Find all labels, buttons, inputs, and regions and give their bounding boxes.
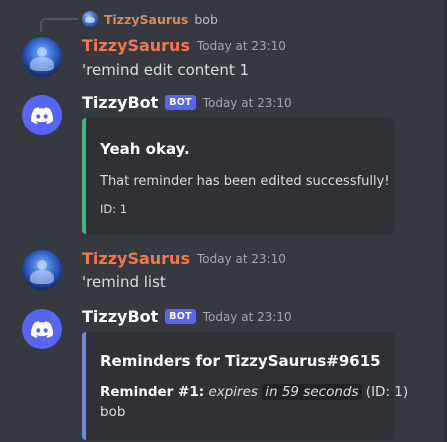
embed-description: That reminder has been edited successful… <box>100 174 390 189</box>
reply-text[interactable]: bob <box>194 12 218 27</box>
bot-avatar[interactable] <box>22 309 62 349</box>
bot-tag: BOT <box>165 309 196 324</box>
reminder-line: Reminder #1: expires in 59 seconds (ID: … <box>100 384 408 400</box>
reply-connector <box>40 18 78 32</box>
reminder-label: Reminder #1: <box>100 384 205 400</box>
user-avatar-icon[interactable] <box>22 250 62 290</box>
message-header: TizzyBot BOT Today at 23:10 <box>82 307 292 326</box>
expires-word: expires <box>208 384 258 400</box>
bot-tag: BOT <box>165 95 196 110</box>
timestamp[interactable]: Today at 23:10 <box>197 252 286 266</box>
user-avatar-icon[interactable] <box>22 37 62 77</box>
discord-logo-icon <box>31 320 53 338</box>
author-name[interactable]: TizzySaurus <box>82 36 190 55</box>
message-content: 'remind edit content 1 <box>82 61 250 79</box>
reminder-body: bob <box>100 404 126 420</box>
reply-avatar-icon <box>82 11 98 27</box>
author-name[interactable]: TizzyBot <box>82 307 158 326</box>
embed-footer: ID: 1 <box>100 202 128 216</box>
reply-author[interactable]: TizzySaurus <box>104 12 188 27</box>
embed: Yeah okay. That reminder has been edited… <box>82 118 394 234</box>
discord-logo-icon <box>31 106 53 124</box>
timestamp[interactable]: Today at 23:10 <box>197 39 286 53</box>
embed: Reminders for TizzySaurus#9615 Reminder … <box>82 332 408 440</box>
timestamp[interactable]: Today at 23:10 <box>203 96 292 110</box>
message-header: TizzyBot BOT Today at 23:10 <box>82 93 292 112</box>
reminder-id: (ID: 1) <box>365 384 409 400</box>
expires-value: in 59 seconds <box>262 384 362 400</box>
embed-title: Yeah okay. <box>100 140 190 158</box>
author-name[interactable]: TizzySaurus <box>82 249 190 268</box>
message-content: 'remind list <box>82 273 166 291</box>
timestamp[interactable]: Today at 23:10 <box>203 310 292 324</box>
author-name[interactable]: TizzyBot <box>82 93 158 112</box>
reply-preview[interactable]: TizzySaurus bob <box>82 9 218 29</box>
embed-title: Reminders for TizzySaurus#9615 <box>100 352 381 370</box>
message-header: TizzySaurus Today at 23:10 <box>82 249 286 268</box>
bot-avatar[interactable] <box>22 95 62 135</box>
message-header: TizzySaurus Today at 23:10 <box>82 36 286 55</box>
